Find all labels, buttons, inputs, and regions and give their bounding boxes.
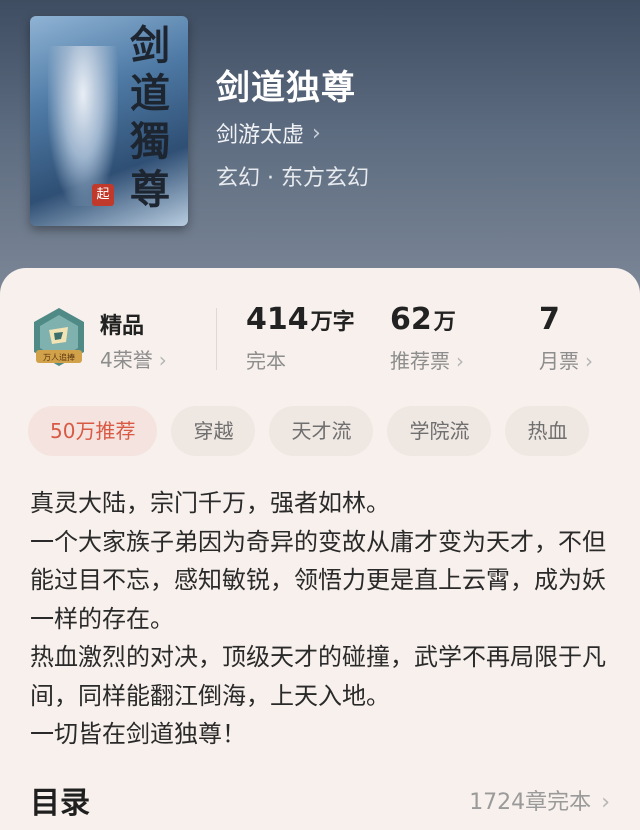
description-paragraph: 一切皆在剑道独尊！ xyxy=(30,720,246,748)
tag-chip[interactable]: 热血 xyxy=(505,406,590,456)
honor-badge-icon: 万人追捧 xyxy=(34,308,84,366)
tag-chip[interactable]: 学院流 xyxy=(387,406,492,456)
tag-list: 50万推荐 穿越 天才流 学院流 热血 xyxy=(28,406,590,456)
tag-chip[interactable]: 穿越 xyxy=(171,406,256,456)
stat-word-count: 414万字 完本 xyxy=(246,302,355,374)
cover-figure xyxy=(48,46,118,206)
toc-chapter-count: 1724章完本 xyxy=(469,790,592,815)
author-link[interactable]: 剑游太虚 › xyxy=(216,117,321,149)
toc-title: 目录 xyxy=(30,786,90,821)
toc-link[interactable]: 1724章完本 › xyxy=(469,784,610,816)
chevron-right-icon: › xyxy=(158,348,167,372)
book-detail-panel: 万人追捧 精品 4荣誉 › 414万字 完本 62万 推荐票 › 7 月票 › 50万… xyxy=(0,268,640,830)
chevron-right-icon: › xyxy=(601,790,610,815)
book-genre: 玄幻 · 东方玄幻 xyxy=(216,166,369,191)
stat-recommend-votes[interactable]: 62万 推荐票 › xyxy=(390,302,464,374)
tag-chip[interactable]: 50万推荐 xyxy=(28,406,158,456)
chevron-right-icon: › xyxy=(456,349,464,373)
description-paragraph: 一个大家族子弟因为奇异的变故从庸才变为天才，不但能过目不忘，感知敏锐，领悟力更是… xyxy=(30,527,606,633)
stat-value: 7 xyxy=(539,302,560,337)
chevron-right-icon: › xyxy=(312,120,321,146)
cover-calligraphy: 剑道獨尊 xyxy=(130,22,170,213)
stat-unit: 万字 xyxy=(310,310,355,335)
badge-text: 万人追捧 xyxy=(43,352,75,362)
author-name: 剑游太虚 xyxy=(216,123,305,148)
stat-divider xyxy=(216,308,217,370)
tag-chip[interactable]: 天才流 xyxy=(269,406,374,456)
stat-label: 推荐票 xyxy=(390,349,450,373)
stat-monthly-votes[interactable]: 7 月票 › xyxy=(539,302,593,374)
description-paragraph: 热血激烈的对决，顶级天才的碰撞，武学不再局限于凡间，同样能翻江倒海，上天入地。 xyxy=(30,643,606,710)
stat-value: 62 xyxy=(390,302,432,337)
stat-label: 月票 xyxy=(539,349,579,373)
honor-count: 4荣誉 xyxy=(100,348,153,372)
description-paragraph: 真灵大陆，宗门千万，强者如林。 xyxy=(30,489,390,517)
honor-count-link[interactable]: 4荣誉 › xyxy=(100,344,167,373)
book-title: 剑道独尊 xyxy=(216,68,356,108)
cover-seal: 起 xyxy=(92,184,114,206)
stat-value: 414 xyxy=(246,302,309,337)
book-cover[interactable]: 剑道獨尊 起 xyxy=(30,16,188,226)
chevron-right-icon: › xyxy=(585,349,593,373)
honor-label: 精品 xyxy=(100,314,145,339)
stat-label: 完本 xyxy=(246,349,286,373)
book-description[interactable]: 真灵大陆，宗门千万，强者如林。 一个大家族子弟因为奇异的变故从庸才变为天才，不但… xyxy=(30,484,620,754)
stat-unit: 万 xyxy=(433,310,456,335)
book-header: 剑道獨尊 起 剑道独尊 剑游太虚 › 玄幻 · 东方玄幻 xyxy=(0,0,640,300)
